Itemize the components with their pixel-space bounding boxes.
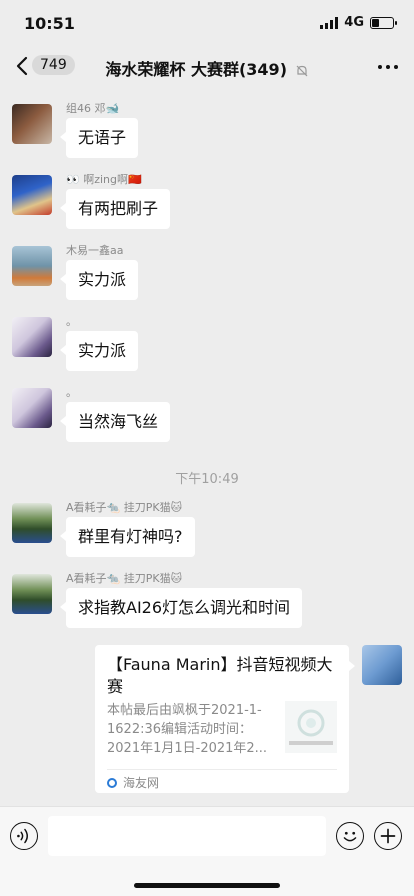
message-bubble[interactable]: 实力派 [59, 331, 139, 371]
battery-level [372, 18, 379, 27]
sender-name: 👀 啊zing啊🇨🇳 [66, 173, 142, 186]
sender-name: 木易一鑫aa [66, 244, 124, 257]
my-avatar[interactable] [362, 645, 402, 685]
avatar[interactable] [12, 317, 52, 357]
sender-name: A看耗子🐀 挂刀PK猫🐱 [66, 572, 183, 585]
card-source: 海友网 [107, 774, 159, 791]
card-title: 【Fauna Marin】抖音短视频大赛 [107, 655, 333, 696]
card-divider [107, 769, 337, 770]
home-indicator [134, 883, 280, 888]
avatar[interactable] [12, 388, 52, 428]
avatar[interactable] [12, 574, 52, 614]
battery-icon [370, 16, 397, 29]
voice-icon[interactable] [10, 822, 38, 850]
more-dots-icon[interactable] [378, 65, 398, 69]
sender-name: 组46 邓🐋 [66, 102, 120, 115]
chat-title-text: 海水荣耀杯 大赛群(349) [105, 60, 288, 79]
chat-title: 海水荣耀杯 大赛群(349) [0, 56, 414, 80]
card-description: 本帖最后由飒枫于2021-1-1622:36编辑活动时间：2021年1月1日-2… [107, 703, 268, 756]
shared-link-card[interactable]: 【Fauna Marin】抖音短视频大赛 本帖最后由飒枫于2021-1-1622… [95, 645, 355, 793]
sender-name: A看耗子🐀 挂刀PK猫🐱 [66, 501, 183, 514]
avatar[interactable] [12, 503, 52, 543]
emoji-icon[interactable] [336, 822, 364, 850]
bell-off-icon [296, 65, 308, 76]
nav-bar: 749 海水荣耀杯 大赛群(349) [0, 46, 414, 88]
network-label: 4G [344, 15, 364, 30]
card-source-label: 海友网 [123, 776, 160, 790]
status-time: 10:51 [24, 14, 75, 33]
sender-name: 。 [66, 315, 77, 328]
avatar[interactable] [12, 104, 52, 144]
message-bubble[interactable]: 群里有灯神吗? [60, 517, 195, 557]
sender-name: 。 [66, 386, 77, 399]
signal-icon [320, 16, 339, 29]
plus-icon[interactable] [374, 822, 402, 850]
message-bubble[interactable]: 实力派 [59, 260, 139, 300]
message-bubble[interactable]: 当然海飞丝 [59, 402, 171, 442]
message-bubble[interactable]: 求指教AI26灯怎么调光和时间 [59, 588, 303, 628]
input-bar [0, 806, 414, 896]
source-logo-icon [107, 777, 117, 788]
avatar[interactable] [12, 175, 52, 215]
message-bubble[interactable]: 有两把刷子 [59, 189, 171, 229]
status-bar: 10:51 4G [0, 0, 414, 46]
time-divider: 下午10:49 [175, 472, 239, 487]
status-indicators: 4G [320, 15, 397, 30]
avatar[interactable] [12, 246, 52, 286]
message-bubble[interactable]: 无语子 [59, 118, 139, 158]
message-input[interactable] [48, 816, 326, 856]
card-thumbnail-icon [285, 701, 337, 753]
